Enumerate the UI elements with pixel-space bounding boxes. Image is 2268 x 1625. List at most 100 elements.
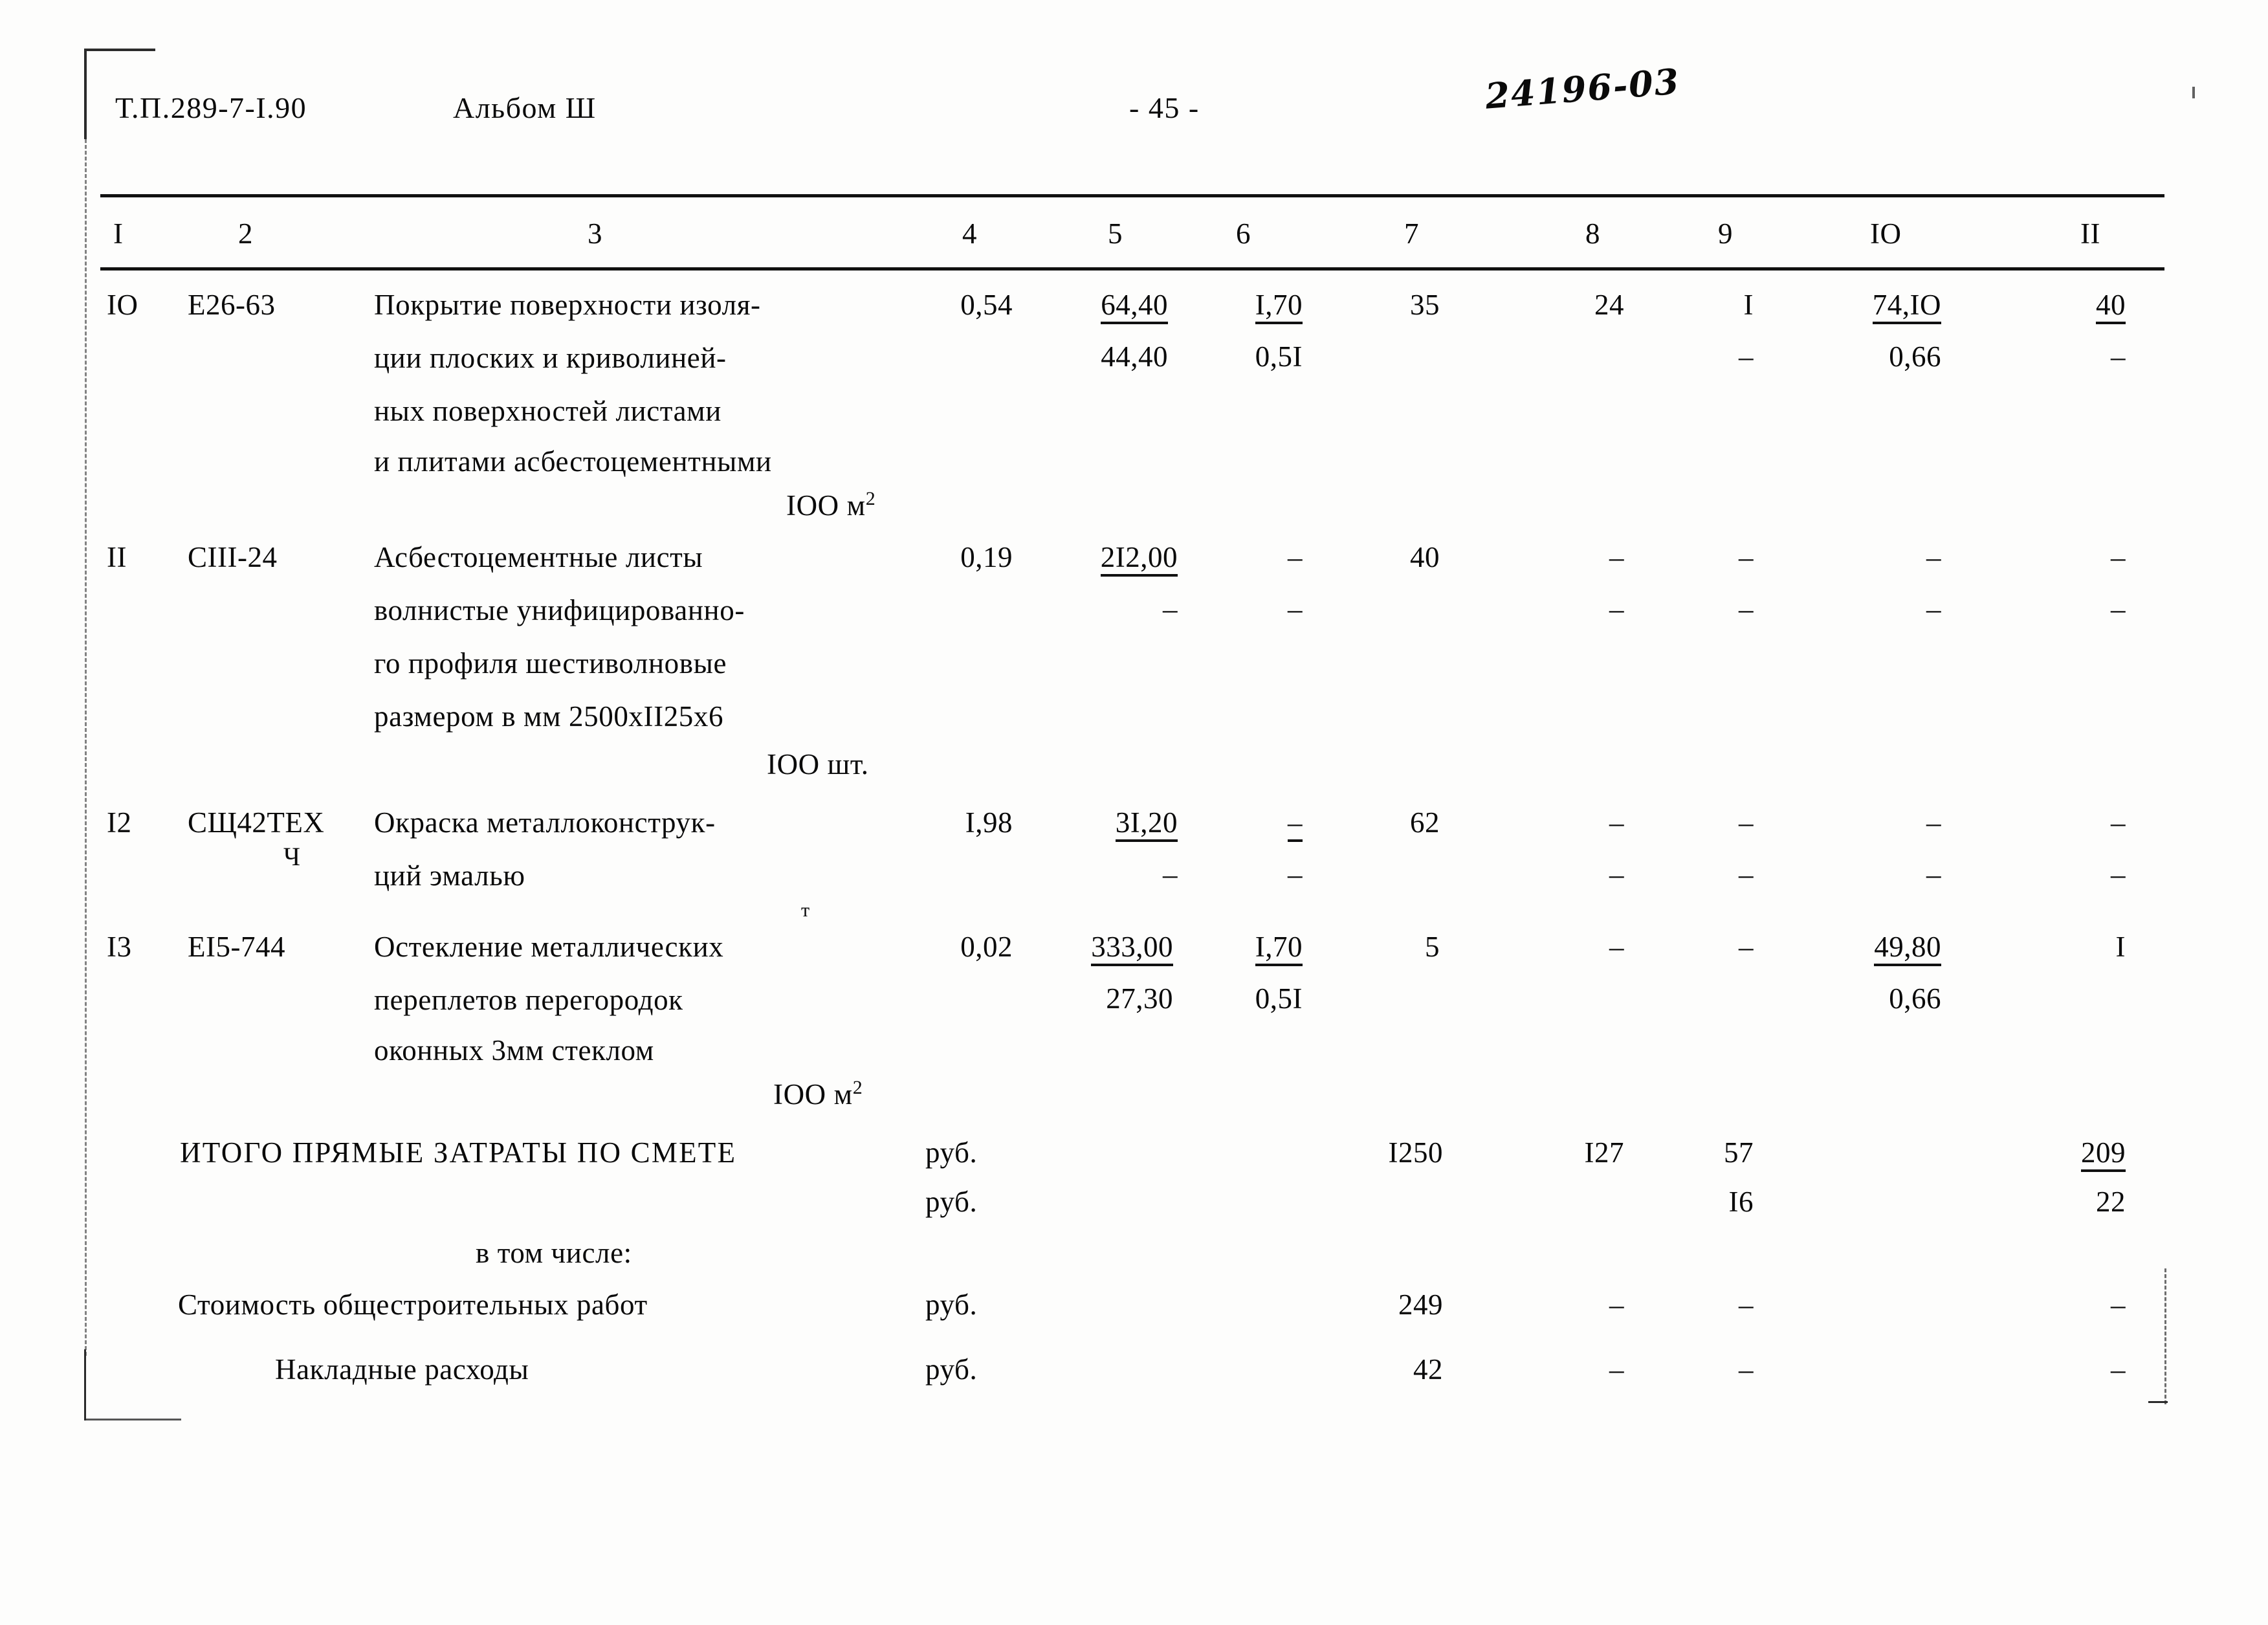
cell-col9-bottom: – xyxy=(1739,858,1754,890)
table-row-code: Е26-63 xyxy=(188,289,276,321)
frame-corner-bottom-right xyxy=(2148,1401,2168,1403)
sub-row-col9: – xyxy=(1739,1353,1754,1386)
table-row-code-second-line: Ч xyxy=(283,842,300,871)
cell-col10-bottom: – xyxy=(1926,593,1941,625)
column-header-5: 5 xyxy=(1108,217,1123,250)
cell-col10-top: 49,80 xyxy=(1822,927,1941,967)
frame-corner-top-left xyxy=(84,49,155,58)
cell-col6-top: I,70 xyxy=(1196,285,1303,325)
frame-edge-left-dashed xyxy=(85,139,87,1356)
frame-corner-bottom-left xyxy=(84,1419,181,1420)
table-row-number: II xyxy=(107,541,127,573)
sub-row-col8: – xyxy=(1609,1288,1624,1321)
column-header-2: 2 xyxy=(238,217,253,250)
unit-text: IOO м xyxy=(773,1078,853,1111)
frame-edge-right-dashed xyxy=(2164,1268,2166,1404)
scanned-document-page: Т.П.289-7-I.90 Альбом Ш - 45 - 24196-03 … xyxy=(0,0,2268,1625)
cell-col5-bottom: 27,30 xyxy=(1106,982,1173,1015)
cell-col11-top: – xyxy=(2111,541,2126,573)
cell-value: 209 xyxy=(2081,1136,2126,1172)
cell-col9-bottom: – xyxy=(1739,340,1754,373)
totals-col11-top: 209 xyxy=(2035,1133,2126,1173)
column-header-4: 4 xyxy=(962,217,977,250)
cell-col5-top: 333,00 xyxy=(1040,927,1173,967)
table-row-code: СЩ42ТЕХ xyxy=(188,806,325,839)
cell-col11-top: 40 xyxy=(2045,285,2126,325)
document-code: Т.П.289-7-I.90 xyxy=(115,91,307,124)
sub-row-unit: руб. xyxy=(925,1288,978,1321)
cell-col4: 0,19 xyxy=(960,541,1013,573)
sub-row-col7: 42 xyxy=(1413,1353,1443,1386)
table-row-description-line: ции плоских и криволиней- xyxy=(374,342,727,374)
table-row-description-line: волнистые унифицированно- xyxy=(374,594,745,626)
table-row-description-line: ций эмалью xyxy=(374,859,525,892)
frame-edge-top-left-vertical xyxy=(84,49,87,139)
table-row-description-line: размером в мм 2500хII25х6 xyxy=(374,700,724,733)
table-row-description-line: Окраска металлоконструк- xyxy=(374,806,716,839)
table-rule-top xyxy=(100,194,2164,197)
table-row-description-line: Покрытие поверхности изоля- xyxy=(374,289,761,321)
totals-subheading: в том числе: xyxy=(476,1237,632,1269)
table-row-code: ЕI5-744 xyxy=(188,931,285,963)
album-label: Альбом Ш xyxy=(453,91,597,124)
table-row-number: I3 xyxy=(107,931,132,963)
cell-col11-top: I xyxy=(2115,931,2126,963)
cell-col5-bottom: – xyxy=(1163,858,1178,890)
cell-value: 3I,20 xyxy=(1115,806,1178,842)
cell-col8-top: – xyxy=(1609,541,1624,573)
cell-col6-bottom: 0,5I xyxy=(1255,982,1303,1015)
cell-col8-bottom: – xyxy=(1609,593,1624,625)
cell-col4: 0,54 xyxy=(960,289,1013,321)
cell-value: – xyxy=(1288,806,1303,842)
table-row-description-line: Асбестоцементные листы xyxy=(374,541,703,573)
unit-superscript: 2 xyxy=(865,488,876,509)
column-header-8: 8 xyxy=(1585,217,1600,250)
table-row-unit: IOO м2 xyxy=(773,1074,863,1114)
cell-col10-top: 74,IO xyxy=(1822,285,1941,325)
cell-col5-top: 2I2,00 xyxy=(1051,537,1178,577)
column-header-7: 7 xyxy=(1404,217,1419,250)
column-header-1: I xyxy=(113,217,124,250)
cell-col10-bottom: – xyxy=(1926,858,1941,890)
table-row-unit: IOO м2 xyxy=(786,485,875,525)
cell-value: 49,80 xyxy=(1874,931,1941,966)
cell-col10-top: – xyxy=(1926,806,1941,839)
cell-col6-top: – xyxy=(1288,541,1303,573)
totals-unit-bottom: руб. xyxy=(925,1186,978,1218)
totals-col11-bottom: 22 xyxy=(2096,1186,2126,1218)
table-row-description-line: оконных 3мм стеклом xyxy=(374,1034,654,1067)
sub-row-col9: – xyxy=(1739,1288,1754,1321)
totals-col8-top: I27 xyxy=(1584,1136,1624,1169)
sub-row-unit: руб. xyxy=(925,1353,978,1386)
cell-col9-top: I xyxy=(1743,289,1754,321)
cell-col7-top: 35 xyxy=(1410,289,1440,321)
sub-row-label: Накладные расходы xyxy=(275,1353,529,1386)
table-row-description-line: переплетов перегородок xyxy=(374,984,683,1016)
totals-col7-top: I250 xyxy=(1388,1136,1443,1169)
sub-row-col7: 249 xyxy=(1398,1288,1443,1321)
cell-value: I,70 xyxy=(1255,289,1303,324)
cell-col8-bottom: – xyxy=(1609,858,1624,890)
cell-col5-top: 3I,20 xyxy=(1061,802,1178,843)
column-header-9: 9 xyxy=(1718,217,1733,250)
cell-col5-bottom: 44,40 xyxy=(1101,340,1168,373)
table-row-description-line: го профиля шестиволновые xyxy=(374,647,727,680)
cell-col10-top: – xyxy=(1926,541,1941,573)
totals-unit-top: руб. xyxy=(925,1136,978,1169)
table-rule-under-headers xyxy=(100,267,2164,271)
cell-col5-top: 64,40 xyxy=(1051,285,1168,325)
cell-value: 2I2,00 xyxy=(1100,541,1178,577)
cell-col10-bottom: 0,66 xyxy=(1889,982,1941,1015)
table-row-description-line: Остекление металлических xyxy=(374,931,724,963)
cell-col6-bottom: – xyxy=(1288,593,1303,625)
cell-col9-bottom: – xyxy=(1739,593,1754,625)
unit-text: IOO м xyxy=(786,489,866,522)
cell-col11-bottom: – xyxy=(2111,593,2126,625)
cell-col4: 0,02 xyxy=(960,931,1013,963)
table-row-number: IO xyxy=(107,289,138,321)
totals-col9-top: 57 xyxy=(1724,1136,1754,1169)
cell-col7-top: 5 xyxy=(1425,931,1440,963)
cell-col4: I,98 xyxy=(965,806,1013,839)
cell-col8-top: – xyxy=(1609,806,1624,839)
cell-col8-top: – xyxy=(1609,931,1624,963)
